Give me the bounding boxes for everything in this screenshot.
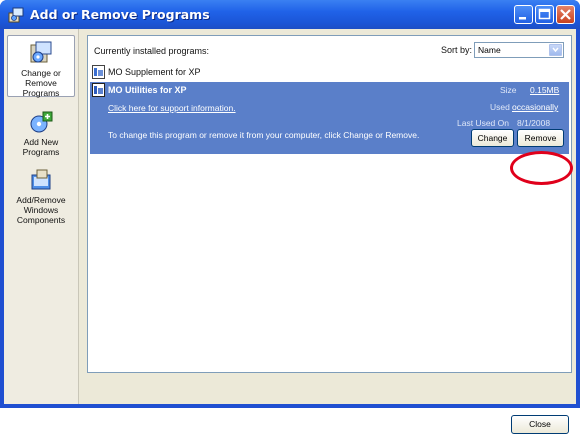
chevron-down-icon[interactable] xyxy=(549,44,562,56)
change-remove-hint: To change this program or remove it from… xyxy=(108,130,420,140)
sidebar-item-label: Change or Remove Programs xyxy=(21,68,61,98)
sidebar-item-label: Add New Programs xyxy=(22,137,60,157)
change-remove-programs-icon xyxy=(30,41,52,63)
remove-highlight-circle xyxy=(510,151,573,185)
program-icon xyxy=(92,83,105,97)
sidebar-item-label: Add/Remove Windows Components xyxy=(16,195,66,225)
programs-panel: Currently installed programs: Sort by: N… xyxy=(87,35,572,373)
add-remove-programs-icon xyxy=(8,7,24,23)
add-new-programs-icon xyxy=(30,111,53,133)
change-button[interactable]: Change xyxy=(471,129,514,147)
selected-program-item[interactable]: MO Utilities for XP Click here for suppo… xyxy=(90,82,569,154)
dropdown-arrow-icon xyxy=(552,47,559,53)
sidebar-item-change-remove-programs[interactable]: Change or Remove Programs xyxy=(7,35,75,98)
program-icon xyxy=(92,65,105,79)
sort-by-value: Name xyxy=(478,45,501,55)
program-name: MO Supplement for XP xyxy=(108,67,201,77)
size-value: 0.15MB xyxy=(530,85,560,95)
used-value[interactable]: occasionally xyxy=(512,102,558,112)
sort-by-select[interactable]: Name xyxy=(474,42,564,58)
support-info-link[interactable]: Click here for support information. xyxy=(108,103,236,113)
program-list-item[interactable]: MO Supplement for XP xyxy=(90,64,569,81)
client-area: Change or Remove Programs Add New Progra… xyxy=(4,29,576,434)
sidebar: Change or Remove Programs Add New Progra… xyxy=(4,29,79,404)
sidebar-item-windows-components[interactable]: Add/Remove Windows Components xyxy=(7,163,75,225)
minimize-button[interactable] xyxy=(514,5,533,24)
installed-programs-label: Currently installed programs: xyxy=(94,46,210,56)
sort-by-label: Sort by: xyxy=(441,45,473,55)
close-icon xyxy=(560,9,571,20)
minimize-icon xyxy=(519,17,526,20)
remove-button[interactable]: Remove xyxy=(517,129,564,147)
program-name: MO Utilities for XP xyxy=(108,85,187,95)
size-label: Size xyxy=(500,85,517,95)
last-used-label: Last Used On xyxy=(457,118,509,128)
close-window-button[interactable] xyxy=(556,5,575,24)
window-title: Add or Remove Programs xyxy=(30,7,210,22)
close-button[interactable]: Close xyxy=(511,415,569,434)
sidebar-item-add-new-programs[interactable]: Add New Programs xyxy=(7,105,75,157)
windows-components-icon xyxy=(31,169,51,190)
last-used-value: 8/1/2008 xyxy=(517,118,551,128)
maximize-button[interactable] xyxy=(535,5,554,24)
window: Add or Remove Programs Change or Remove … xyxy=(0,0,580,434)
maximize-icon xyxy=(538,8,551,20)
title-bar[interactable]: Add or Remove Programs xyxy=(0,0,580,29)
used-label: Used xyxy=(490,102,510,112)
